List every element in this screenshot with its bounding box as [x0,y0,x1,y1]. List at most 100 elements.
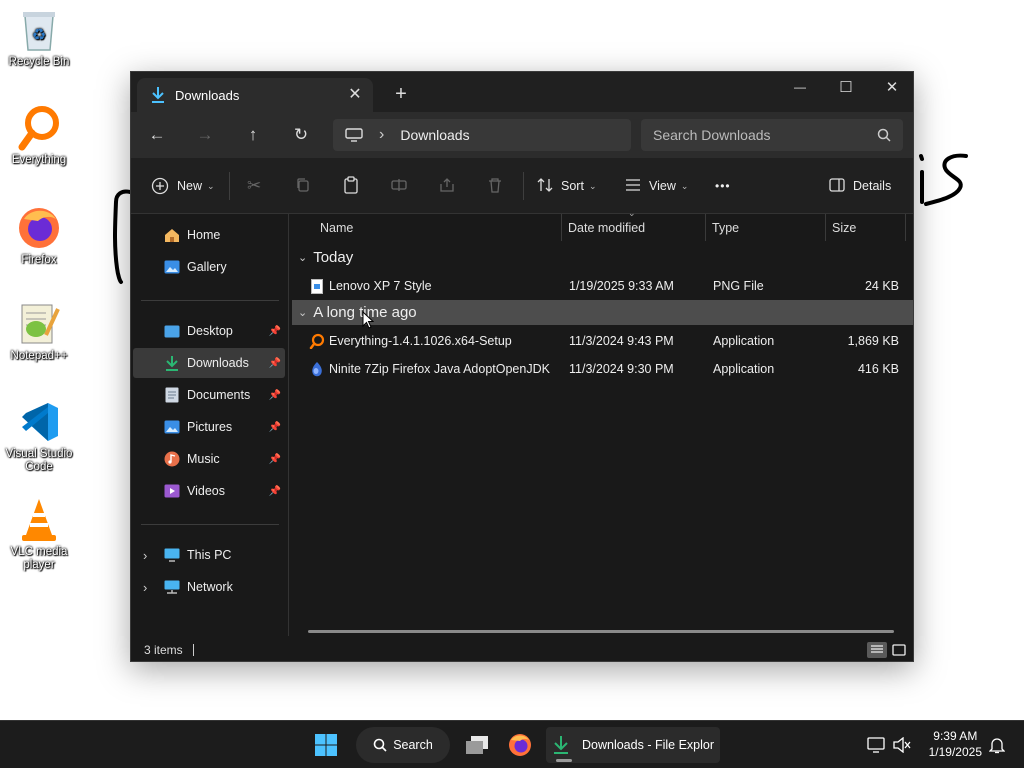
sidebar-item-label: Videos [187,484,225,498]
desktop-icon-label: VLC media player [10,546,68,571]
details-pane-button[interactable]: Details [829,172,891,200]
details-pane-icon [829,177,845,195]
desktop-icon-recycle-bin[interactable]: ♻ Recycle Bin [4,6,74,69]
search-input[interactable]: Search Downloads [641,119,903,151]
sidebar-item-home[interactable]: Home [133,220,285,250]
file-explorer-window: Downloads ✕ + — ☐ ✕ ← → ↑ ↻ › Downloads … [130,71,914,662]
taskbar: Search Downloads - File Explor 9:39 AM 1… [0,720,1024,768]
expand-chevron-icon: › [143,579,148,595]
active-indicator [556,759,572,762]
documents-folder-icon [163,387,181,403]
table-row[interactable]: Everything-1.4.1.1026.x64-Setup 11/3/202… [290,327,913,355]
share-button[interactable] [439,172,455,200]
sidebar-item-music[interactable]: Music 📌 [133,444,285,474]
copy-icon [295,177,311,196]
close-tab-button[interactable]: ✕ [345,85,365,105]
sidebar-item-network[interactable]: › Network [133,572,285,602]
chevron-down-icon: ⌄ [680,180,689,191]
sidebar-item-videos[interactable]: Videos 📌 [133,476,285,506]
sidebar-item-this-pc[interactable]: › This PC [133,540,285,570]
sidebar-item-label: Music [187,452,220,466]
separator [229,172,230,200]
file-name: Lenovo XP 7 Style [329,279,432,293]
download-arrow-icon [554,736,568,754]
details-view-button[interactable] [867,642,887,658]
group-header-today[interactable]: ⌄ Today [292,245,913,270]
column-header-type[interactable]: Type [706,214,826,241]
display-tray-icon[interactable] [864,727,888,763]
task-view-button[interactable] [458,727,496,763]
column-header-date[interactable]: ⌄ Date modified [562,208,706,241]
navigation-pane: Home Gallery Desktop 📌 Downloads 📌 Docum… [131,214,289,636]
home-icon [163,227,181,243]
desktop-icon-firefox[interactable]: Firefox [4,204,74,267]
column-header-name[interactable]: Name [314,214,562,241]
desktop-icon-notepad-plus-plus[interactable]: Notepad++ [4,300,74,363]
new-tab-button[interactable]: + [389,82,413,106]
sidebar-item-label: This PC [187,548,232,562]
back-button[interactable]: ← [141,120,173,150]
sort-caret-icon: ⌄ [628,208,636,218]
taskbar-search-button[interactable]: Search [356,727,450,763]
clock-date: 1/19/2025 [928,745,982,759]
title-bar: Downloads ✕ + — ☐ ✕ [131,72,913,112]
horizontal-scrollbar[interactable] [308,630,894,633]
sidebar-item-downloads[interactable]: Downloads 📌 [133,348,285,378]
notifications-bell-icon[interactable] [986,727,1008,763]
notepad-plus-plus-icon [15,300,63,348]
system-clock[interactable]: 9:39 AM 1/19/2025 [929,728,982,760]
sidebar-item-label: Gallery [187,260,227,274]
music-folder-icon [163,451,181,467]
file-size: 1,869 KB [847,334,899,348]
scribble-right [919,153,968,206]
paste-button[interactable] [343,172,359,200]
forward-button[interactable]: → [189,120,221,150]
cut-button[interactable]: ✂ [247,172,261,200]
firefox-icon [15,204,63,252]
address-bar[interactable]: › Downloads [333,119,631,151]
column-header-size[interactable]: Size [826,214,906,241]
sidebar-item-desktop[interactable]: Desktop 📌 [133,316,285,346]
taskbar-file-explorer[interactable]: Downloads - File Explor [546,727,720,763]
table-row[interactable]: Lenovo XP 7 Style 1/19/2025 9:33 AM PNG … [290,272,913,300]
close-window-button[interactable]: ✕ [869,72,913,102]
group-header-long-ago[interactable]: ⌄ A long time ago [292,300,913,325]
desktop-icon-everything[interactable]: Everything [4,104,74,167]
breadcrumb-downloads[interactable]: Downloads [400,127,469,143]
refresh-button[interactable]: ↻ [285,120,317,150]
desktop-icon-vscode[interactable]: Visual Studio Code [4,398,74,474]
new-label: New [177,179,203,193]
up-button[interactable]: ↑ [237,120,269,150]
file-type: Application [713,362,775,376]
separator [523,172,524,200]
download-arrow-icon [149,86,167,104]
tab-downloads[interactable]: Downloads ✕ [137,78,373,112]
sort-button[interactable]: Sort ⌄ [537,172,596,200]
sidebar-item-pictures[interactable]: Pictures 📌 [133,412,285,442]
sidebar-item-documents[interactable]: Documents 📌 [133,380,285,410]
mouse-pointer-icon [362,311,374,329]
sidebar-item-label: Network [187,580,233,594]
desktop-icon-vlc[interactable]: VLC media player [4,496,74,572]
volume-muted-icon[interactable] [890,727,914,763]
navigation-bar: ← → ↑ ↻ › Downloads Search Downloads [131,112,913,158]
view-button[interactable]: View ⌄ [625,172,688,200]
sidebar-item-gallery[interactable]: Gallery [133,252,285,282]
rename-button[interactable] [391,172,407,200]
trash-icon [487,177,503,196]
more-options-button[interactable]: ••• [715,172,731,200]
minimize-button[interactable]: — [777,72,823,102]
taskbar-firefox[interactable] [502,727,538,763]
start-button[interactable] [306,727,346,763]
copy-button[interactable] [295,172,311,200]
new-button[interactable]: New ⌄ [151,172,215,200]
tiles-view-button[interactable] [890,642,908,658]
maximize-button[interactable]: ☐ [823,72,869,102]
task-view-icon [466,736,488,754]
delete-button[interactable] [487,172,503,200]
everything-icon [309,333,325,349]
table-row[interactable]: Ninite 7Zip Firefox Java AdoptOpenJDK x.… [290,355,913,383]
desktop-icon-label: Recycle Bin [8,56,70,68]
details-label: Details [853,179,892,193]
gallery-icon [163,259,181,275]
